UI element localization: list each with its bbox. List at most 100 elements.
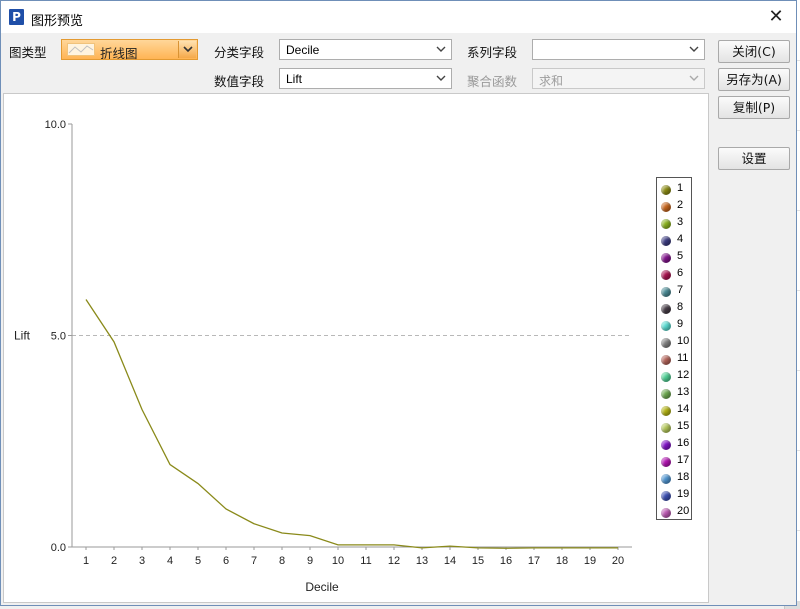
aggregate-function-select: 求和	[532, 68, 705, 89]
legend-label: 14	[677, 403, 690, 415]
legend-item: 3	[657, 215, 693, 232]
legend-label: 17	[677, 454, 690, 466]
legend-item: 9	[657, 317, 693, 334]
close-button[interactable]: 关闭(C)	[718, 40, 790, 63]
window-title: 图形预览	[31, 14, 84, 29]
line-chart-thumbnail-icon	[67, 43, 95, 56]
legend-swatch	[661, 355, 671, 365]
legend-label: 1	[677, 182, 684, 194]
x-tick-label: 13	[416, 555, 428, 567]
legend-label: 10	[677, 335, 690, 347]
x-tick-label: 1	[83, 555, 89, 567]
legend-item: 7	[657, 283, 693, 300]
chevron-down-icon	[435, 43, 447, 55]
legend-item: 20	[657, 504, 693, 521]
legend-swatch	[661, 457, 671, 467]
y-axis-label: Lift	[14, 329, 31, 343]
legend-label: 13	[677, 386, 690, 398]
x-tick-label: 2	[111, 555, 117, 567]
legend-swatch	[661, 389, 671, 399]
x-tick-label: 12	[388, 555, 400, 567]
x-tick-label: 6	[223, 555, 229, 567]
category-field-value: Decile	[286, 43, 320, 57]
legend-label: 15	[677, 420, 690, 432]
legend-label: 16	[677, 437, 690, 449]
legend-label: 8	[677, 301, 684, 313]
legend-item: 6	[657, 266, 693, 283]
legend-label: 9	[677, 318, 684, 330]
legend-swatch	[661, 440, 671, 450]
x-tick-label: 9	[307, 555, 313, 567]
x-tick-label: 17	[528, 555, 540, 567]
legend-item: 14	[657, 402, 693, 419]
value-field-value: Lift	[286, 72, 303, 86]
legend-swatch	[661, 423, 671, 433]
value-field-select[interactable]: Lift	[279, 68, 452, 89]
x-tick-label: 3	[139, 555, 145, 567]
chart-panel: 0.0 5.0 10.0 1 2 3 4 5 6 7 8 9 10 11 12 13 14 15 16 17 18 19 2…	[3, 93, 709, 603]
series-field-label: 系列字段	[467, 45, 518, 60]
chart-type-value: 折线图	[100, 46, 138, 61]
x-tick-label: 19	[584, 555, 596, 567]
legend-swatch	[661, 508, 671, 518]
x-tick-label: 18	[556, 555, 568, 567]
aggregate-function-value: 求和	[539, 74, 564, 88]
chart-legend: 1 2 3 4 5 6 7 8 9 10 11 12 13 14 15 16 17 18 19 20	[656, 177, 692, 520]
legend-item: 4	[657, 232, 693, 249]
legend-swatch	[661, 236, 671, 246]
copy-button[interactable]: 复制(P)	[718, 96, 790, 119]
legend-swatch	[661, 321, 671, 331]
legend-swatch	[661, 491, 671, 501]
legend-item: 17	[657, 453, 693, 470]
legend-swatch	[661, 219, 671, 229]
chevron-down-icon	[688, 43, 700, 55]
legend-swatch	[661, 287, 671, 297]
legend-swatch	[661, 406, 671, 416]
legend-label: 5	[677, 250, 684, 262]
legend-label: 20	[677, 505, 690, 517]
line-chart: 0.05.010.01 2 3 4 5 6 7 8 9 10 11 12 13 14 15 16 17 18 19 2…	[14, 119, 632, 594]
chevron-down-icon[interactable]	[178, 41, 196, 58]
x-tick-label: 14	[444, 555, 456, 567]
x-tick-label: 5	[195, 555, 201, 567]
app-logo-icon: P	[9, 9, 24, 25]
x-tick-label: 8	[279, 555, 285, 567]
legend-item: 1	[657, 181, 693, 198]
legend-label: 7	[677, 284, 684, 296]
legend-swatch	[661, 338, 671, 348]
x-tick-label: 16	[500, 555, 512, 567]
legend-item: 10	[657, 334, 693, 351]
chart-preview-dialog: P 图形预览 ✕ 图类型 折线图 分类字段 Decile 系列字段 数值字段 L…	[0, 0, 797, 606]
series-line	[85, 299, 618, 549]
legend-item: 5	[657, 249, 693, 266]
category-field-select[interactable]: Decile	[279, 39, 452, 60]
legend-label: 6	[677, 267, 684, 279]
x-tick-label: 10	[332, 555, 344, 567]
legend-label: 18	[677, 471, 690, 483]
legend-label: 2	[677, 199, 684, 211]
legend-label: 3	[677, 216, 684, 228]
legend-swatch	[661, 270, 671, 280]
legend-swatch	[661, 372, 671, 382]
legend-swatch	[661, 474, 671, 484]
legend-item: 12	[657, 368, 693, 385]
y-tick-label: 0.0	[51, 542, 66, 554]
x-tick-label: 20	[612, 555, 624, 567]
legend-label: 12	[677, 369, 690, 381]
close-window-icon[interactable]: ✕	[764, 5, 788, 29]
series-field-select[interactable]	[532, 39, 705, 60]
legend-swatch	[661, 304, 671, 314]
legend-label: 19	[677, 488, 690, 500]
legend-item: 16	[657, 436, 693, 453]
legend-item: 19	[657, 487, 693, 504]
legend-swatch	[661, 253, 671, 263]
x-axis-label: Decile	[305, 580, 339, 594]
legend-swatch	[661, 185, 671, 195]
x-tick-label: 7	[251, 555, 257, 567]
y-tick-label: 10.0	[45, 119, 66, 131]
save-as-button[interactable]: 另存为(A)	[718, 68, 790, 91]
legend-item: 15	[657, 419, 693, 436]
chart-type-select[interactable]: 折线图	[61, 39, 198, 61]
legend-item: 18	[657, 470, 693, 487]
settings-button[interactable]: 设置	[718, 147, 790, 170]
